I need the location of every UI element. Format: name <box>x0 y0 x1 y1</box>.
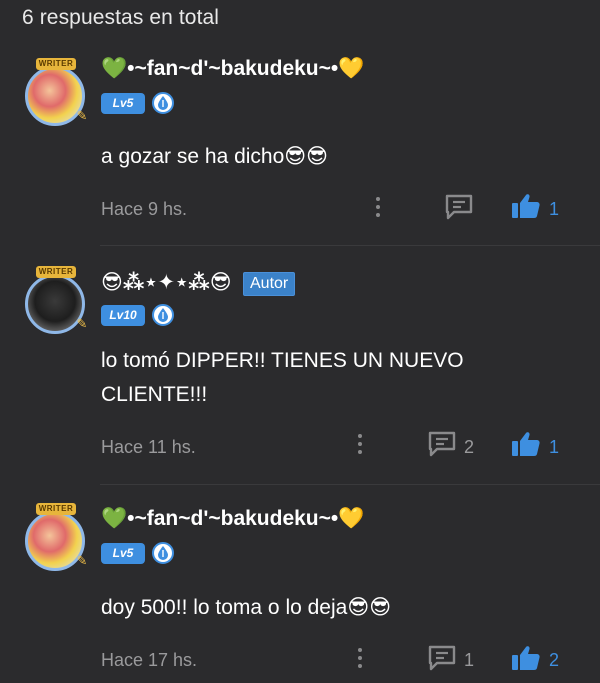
level-badge: Lv5 <box>101 543 145 564</box>
username[interactable]: 💚•~fan~d'~bakudeku~•💛 <box>101 507 364 531</box>
more-vertical-icon[interactable] <box>358 434 364 458</box>
pen-icon: ✎ <box>76 108 88 123</box>
reply-count: 2 <box>464 437 475 457</box>
more-vertical-icon[interactable] <box>358 648 364 672</box>
pen-icon: ✎ <box>76 553 88 568</box>
more-vertical-icon[interactable] <box>376 197 382 221</box>
avatar[interactable]: WRITER ✎ <box>22 503 90 571</box>
comment-bubble-icon[interactable] <box>444 194 474 225</box>
writer-badge: WRITER <box>36 503 76 515</box>
avatar[interactable]: WRITER ✎ <box>22 58 90 126</box>
water-drop-icon <box>152 92 174 114</box>
comment-time: Hace 17 hs. <box>101 650 198 670</box>
water-drop-icon <box>152 542 174 564</box>
avatar[interactable]: WRITER ✎ <box>22 266 90 334</box>
comment-text: a gozar se ha dicho😎😎 <box>101 145 329 168</box>
comment-bubble-icon[interactable] <box>427 431 457 462</box>
pen-icon: ✎ <box>76 316 88 331</box>
like-count: 1 <box>549 199 560 219</box>
thumbs-up-icon[interactable] <box>511 192 541 225</box>
author-badge: Autor <box>243 272 296 296</box>
comment-time: Hace 11 hs. <box>101 437 196 457</box>
level-badge: Lv10 <box>101 305 145 326</box>
divider <box>100 484 600 485</box>
divider <box>100 245 600 246</box>
comment-text: lo tomó DIPPER!! TIENES UN NUEVO CLIENTE… <box>101 349 464 406</box>
level-badge: Lv5 <box>101 93 145 114</box>
thumbs-up-icon[interactable] <box>511 430 541 463</box>
thumbs-up-icon[interactable] <box>511 644 541 677</box>
username[interactable]: 💚•~fan~d'~bakudeku~•💛 <box>101 57 364 81</box>
username[interactable]: 😎⁂⋆✦⋆⁂😎 <box>101 270 232 295</box>
comment-bubble-icon[interactable] <box>427 645 457 676</box>
like-count: 1 <box>549 437 560 457</box>
total-responses-label: 6 respuestas en total <box>22 6 220 29</box>
like-count: 2 <box>549 650 560 670</box>
comment-time: Hace 9 hs. <box>101 199 188 219</box>
reply-count: 1 <box>464 650 475 670</box>
water-drop-icon <box>152 304 174 326</box>
writer-badge: WRITER <box>36 266 76 278</box>
comment-text: doy 500!! lo toma o lo deja😎😎 <box>101 596 392 619</box>
writer-badge: WRITER <box>36 58 76 70</box>
